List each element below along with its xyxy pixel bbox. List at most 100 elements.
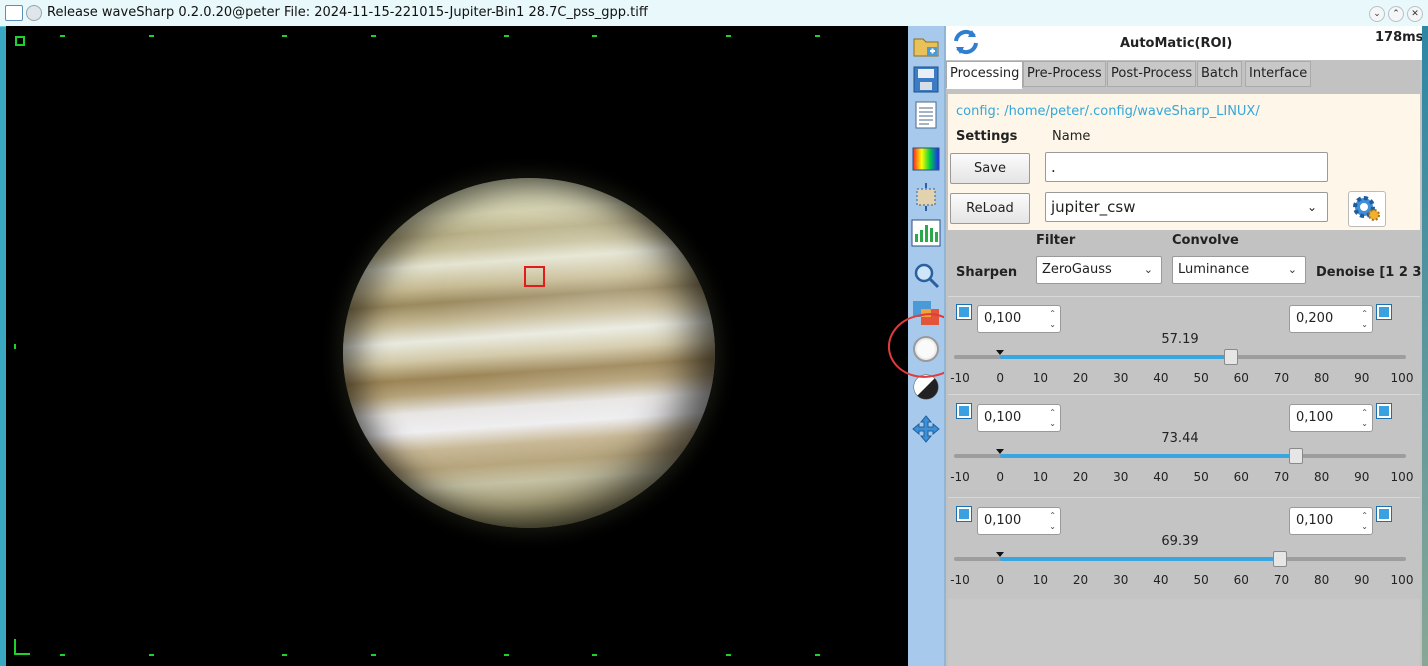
- layer-checkbox-right[interactable]: [1376, 304, 1392, 320]
- window-title: Release waveSharp 0.2.0.20@peter File: 2…: [47, 5, 648, 20]
- slider-tick-label: 20: [1072, 573, 1089, 587]
- settings-gear-button[interactable]: [1348, 191, 1386, 227]
- slider-tick-label: 30: [1113, 573, 1129, 587]
- tab-interface[interactable]: Interface: [1245, 61, 1312, 87]
- chevron-down-icon: ⌄: [1143, 263, 1153, 276]
- edge-tick: [815, 35, 820, 37]
- slider-thumb[interactable]: [1289, 448, 1304, 464]
- histogram-icon[interactable]: [911, 218, 941, 248]
- slider-tick-label: 70: [1273, 573, 1290, 587]
- refresh-icon[interactable]: [950, 27, 982, 57]
- slider-thumb[interactable]: [1223, 349, 1238, 365]
- layer-spinbox-right[interactable]: 0,100 ⌃ ⌄: [1289, 507, 1373, 535]
- name-field[interactable]: .: [1045, 152, 1328, 182]
- crop-roi-icon[interactable]: [911, 182, 941, 212]
- slider-tick-label: 50: [1193, 470, 1209, 484]
- close-icon[interactable]: ✕: [1407, 6, 1423, 22]
- tab-post-process[interactable]: Post-Process: [1107, 61, 1197, 87]
- layer-spinbox-right-value: 0,100: [1296, 410, 1334, 425]
- edge-tick: [726, 35, 731, 37]
- slider-tick-label: 60: [1233, 371, 1249, 385]
- panel-empty-area: [948, 599, 1420, 666]
- pin-icon[interactable]: [26, 5, 42, 21]
- edge-tick: [371, 654, 376, 656]
- save-button[interactable]: Save: [950, 153, 1030, 184]
- slider-tick-label: 80: [1313, 470, 1330, 484]
- crop-corner-mark: [14, 653, 30, 655]
- edge-tick: [592, 654, 597, 656]
- filter-select-value: ZeroGauss: [1042, 262, 1112, 277]
- layer-slider[interactable]: [954, 349, 1406, 365]
- open-folder-icon[interactable]: [911, 30, 941, 60]
- color-palette-icon[interactable]: [911, 144, 941, 174]
- roi-selection-box[interactable]: [524, 266, 545, 287]
- layer-spinbox-right[interactable]: 0,200 ⌃ ⌄: [1289, 305, 1373, 333]
- convolve-select[interactable]: Luminance ⌄: [1172, 256, 1306, 284]
- layer-checkbox-right[interactable]: [1376, 506, 1392, 522]
- edge-tick: [149, 35, 154, 37]
- tab-pre-process[interactable]: Pre-Process: [1023, 61, 1106, 87]
- slider-tick-label: 20: [1072, 470, 1089, 484]
- slider-origin-marker: [996, 350, 1005, 355]
- layer-slider[interactable]: [954, 551, 1406, 567]
- profile-select[interactable]: jupiter_csw ⌄: [1045, 192, 1328, 222]
- slider-tick-label: 50: [1193, 371, 1209, 385]
- edge-tick: [282, 35, 287, 37]
- edge-tick: [149, 654, 154, 656]
- slider-tick-label: 50: [1193, 573, 1209, 587]
- settings-label: Settings: [956, 129, 1018, 144]
- layer-spinbox-left[interactable]: 0,100 ⌃ ⌄: [977, 305, 1061, 333]
- layer-slider-value: 69.39: [1161, 534, 1199, 549]
- spin-arrows-icon[interactable]: ⌃ ⌄: [1049, 510, 1056, 532]
- layer-spinbox-left-value: 0,100: [984, 311, 1022, 326]
- edge-tick: [504, 35, 509, 37]
- slider-fill: [1000, 454, 1296, 458]
- slider-tick-label: 100: [1390, 470, 1414, 484]
- layer-checkbox-left[interactable]: [956, 506, 972, 522]
- spin-arrows-icon[interactable]: ⌃ ⌄: [1361, 407, 1368, 429]
- edge-tick: [815, 654, 820, 656]
- document-icon[interactable]: [911, 100, 941, 130]
- jupiter-image: [343, 178, 715, 528]
- spin-arrows-icon[interactable]: ⌃ ⌄: [1361, 510, 1368, 532]
- layer-spinbox-right-value: 0,200: [1296, 311, 1334, 326]
- edge-tick: [60, 35, 65, 37]
- chevron-up-icon[interactable]: ⌃: [1388, 6, 1404, 22]
- slider-tick-label: 0: [996, 371, 1004, 385]
- slider-tick-label: 70: [1273, 470, 1290, 484]
- slider-tick-label: 90: [1354, 371, 1370, 385]
- reload-button[interactable]: ReLoad: [950, 193, 1030, 224]
- slider-tick-label: 40: [1153, 371, 1169, 385]
- image-viewer[interactable]: [6, 26, 908, 666]
- layer-checkbox-left[interactable]: [956, 304, 972, 320]
- layer-checkbox-left[interactable]: [956, 403, 972, 419]
- chevron-down-icon[interactable]: ⌄: [1369, 6, 1385, 22]
- slider-tick-label: 30: [1113, 371, 1129, 385]
- layer-spinbox-right[interactable]: 0,100 ⌃ ⌄: [1289, 404, 1373, 432]
- slider-origin-marker: [996, 552, 1005, 557]
- layer-spinbox-left[interactable]: 0,100 ⌃ ⌄: [977, 507, 1061, 535]
- slider-origin-marker: [996, 449, 1005, 454]
- tab-processing[interactable]: Processing: [946, 61, 1024, 89]
- save-disk-icon[interactable]: [911, 64, 941, 94]
- tab-batch[interactable]: Batch: [1197, 61, 1243, 87]
- move-arrows-icon[interactable]: [911, 414, 941, 444]
- filter-select[interactable]: ZeroGauss ⌄: [1036, 256, 1162, 284]
- spin-arrows-icon[interactable]: ⌃ ⌄: [1361, 308, 1368, 330]
- layer-spinbox-left-value: 0,100: [984, 513, 1022, 528]
- filter-label: Filter: [1036, 233, 1076, 248]
- zoom-icon[interactable]: [911, 260, 941, 290]
- slider-tick-label: 80: [1313, 371, 1330, 385]
- slider-tick-label: 10: [1032, 573, 1048, 587]
- spin-arrows-icon[interactable]: ⌃ ⌄: [1049, 407, 1056, 429]
- layer-checkbox-right[interactable]: [1376, 403, 1392, 419]
- layer-slider[interactable]: [954, 448, 1406, 464]
- title-bar: Release waveSharp 0.2.0.20@peter File: 2…: [0, 0, 1428, 27]
- spin-arrows-icon[interactable]: ⌃ ⌄: [1049, 308, 1056, 330]
- layer-spinbox-left[interactable]: 0,100 ⌃ ⌄: [977, 404, 1061, 432]
- slider-tick-label: 30: [1113, 470, 1129, 484]
- slider-thumb[interactable]: [1273, 551, 1287, 567]
- slider-tick-label: 100: [1390, 371, 1414, 385]
- slider-tick-label: 70: [1273, 371, 1290, 385]
- layer-spinbox-left-value: 0,100: [984, 410, 1022, 425]
